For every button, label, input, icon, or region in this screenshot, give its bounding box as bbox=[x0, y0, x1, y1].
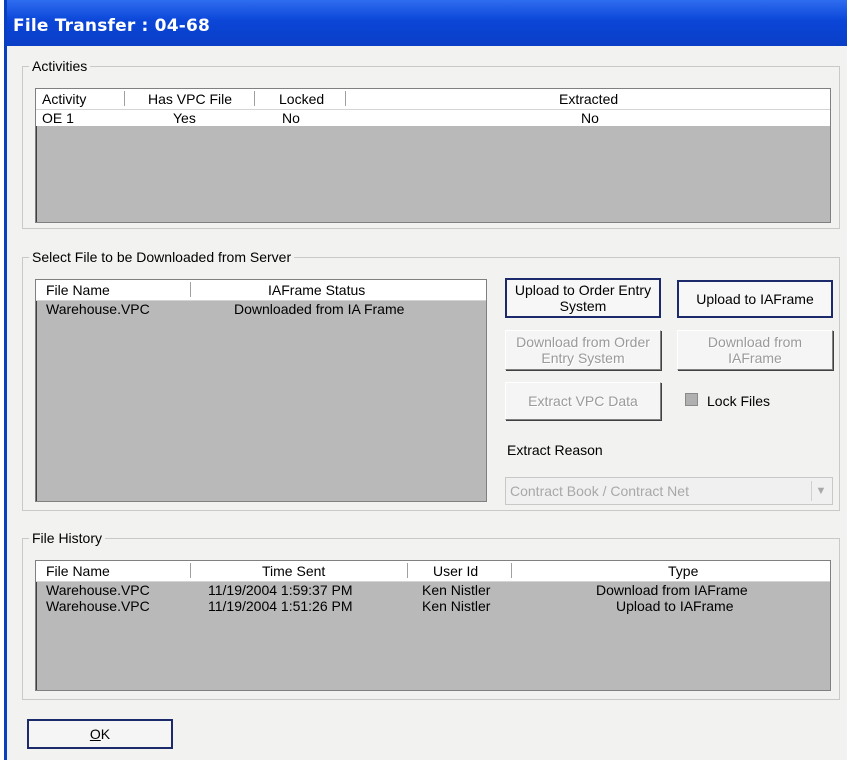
extract-reason-value: Contract Book / Contract Net bbox=[510, 483, 689, 499]
file-history-list-header: File Name Time Sent User Id Type bbox=[36, 561, 830, 582]
iaframe-status-cell: Downloaded from IA Frame bbox=[234, 301, 405, 317]
extracted-cell: No bbox=[581, 110, 599, 126]
history-time-cell: 11/19/2004 1:51:26 PM bbox=[208, 598, 353, 614]
file-history-list[interactable]: File Name Time Sent User Id Type Warehou… bbox=[35, 560, 831, 691]
column-separator[interactable] bbox=[124, 91, 125, 106]
column-header-has-vpc-file[interactable]: Has VPC File bbox=[148, 90, 232, 108]
download-oe-label-line1: Download from Order bbox=[516, 334, 650, 350]
lock-files-checkbox[interactable] bbox=[685, 393, 698, 406]
download-oe-label-line2: Entry System bbox=[541, 350, 625, 366]
column-header-activity[interactable]: Activity bbox=[42, 90, 86, 108]
ok-label: OK bbox=[90, 726, 110, 742]
upload-oe-label-line2: System bbox=[559, 298, 607, 314]
server-files-list-header: File Name IAFrame Status bbox=[36, 280, 486, 301]
column-header-file-name[interactable]: File Name bbox=[46, 562, 110, 580]
column-header-locked[interactable]: Locked bbox=[279, 90, 324, 108]
column-separator[interactable] bbox=[345, 91, 346, 106]
activities-legend: Activities bbox=[29, 57, 91, 75]
column-separator[interactable] bbox=[407, 563, 408, 578]
column-header-file-name[interactable]: File Name bbox=[46, 281, 110, 299]
history-user-cell: Ken Nistler bbox=[422, 598, 491, 614]
chevron-down-icon[interactable]: ▼ bbox=[811, 481, 830, 501]
upload-to-order-entry-button[interactable]: Upload to Order Entry System bbox=[505, 278, 661, 318]
column-separator[interactable] bbox=[190, 563, 191, 578]
column-header-user-id[interactable]: User Id bbox=[433, 562, 478, 580]
server-file-row[interactable]: Warehouse.VPC Downloaded from IA Frame bbox=[36, 301, 486, 317]
ok-mnemonic: O bbox=[89, 726, 101, 742]
extract-reason-select[interactable]: Contract Book / Contract Net ▼ bbox=[505, 477, 833, 505]
upload-to-iaframe-button[interactable]: Upload to IAFrame bbox=[677, 280, 833, 318]
download-iaframe-label-line1: Download from bbox=[707, 334, 803, 350]
column-separator[interactable] bbox=[190, 282, 191, 297]
column-separator[interactable] bbox=[254, 91, 255, 106]
window-title: File Transfer : 04-68 bbox=[13, 16, 211, 36]
file-history-legend: File History bbox=[29, 529, 106, 547]
history-type-cell: Upload to IAFrame bbox=[616, 598, 734, 614]
server-files-list[interactable]: File Name IAFrame Status Warehouse.VPC D… bbox=[35, 279, 487, 502]
download-from-iaframe-button[interactable]: Download from IAFrame bbox=[677, 330, 833, 370]
upload-oe-label-line1: Upload to Order Entry bbox=[514, 282, 652, 298]
history-row[interactable]: Warehouse.VPC 11/19/2004 1:51:26 PM Ken … bbox=[36, 598, 830, 614]
column-header-time-sent[interactable]: Time Sent bbox=[262, 562, 325, 580]
activities-list-header: Activity Has VPC File Locked Extracted bbox=[36, 89, 830, 110]
extract-vpc-label: Extract VPC Data bbox=[528, 393, 638, 409]
has-vpc-cell: Yes bbox=[173, 110, 196, 126]
activity-row[interactable]: OE 1 Yes No No bbox=[36, 110, 830, 126]
extract-vpc-data-button[interactable]: Extract VPC Data bbox=[505, 382, 661, 420]
history-file-cell: Warehouse.VPC bbox=[46, 582, 150, 598]
download-from-order-entry-button[interactable]: Download from Order Entry System bbox=[505, 330, 661, 370]
select-file-legend: Select File to be Downloaded from Server bbox=[29, 248, 295, 266]
file-transfer-window: File Transfer : 04-68 Activities Activit… bbox=[4, 0, 847, 760]
history-type-cell: Download from IAFrame bbox=[596, 582, 748, 598]
select-file-group: Select File to be Downloaded from Server… bbox=[22, 248, 840, 511]
lock-files-label[interactable]: Lock Files bbox=[707, 392, 770, 410]
extract-reason-label: Extract Reason bbox=[507, 442, 603, 458]
locked-cell: No bbox=[282, 110, 300, 126]
activities-list[interactable]: Activity Has VPC File Locked Extracted O… bbox=[35, 88, 831, 223]
activities-group: Activities Activity Has VPC File Locked … bbox=[22, 57, 840, 229]
file-name-cell: Warehouse.VPC bbox=[46, 301, 150, 317]
history-user-cell: Ken Nistler bbox=[422, 582, 491, 598]
ok-label-rest: K bbox=[100, 726, 111, 742]
activity-cell: OE 1 bbox=[42, 110, 74, 126]
history-row[interactable]: Warehouse.VPC 11/19/2004 1:59:37 PM Ken … bbox=[36, 582, 830, 598]
file-history-group: File History File Name Time Sent User Id… bbox=[22, 529, 840, 700]
download-iaframe-label-line2: IAFrame bbox=[728, 350, 782, 366]
upload-iaframe-label: Upload to IAFrame bbox=[696, 291, 814, 307]
history-file-cell: Warehouse.VPC bbox=[46, 598, 150, 614]
column-header-extracted[interactable]: Extracted bbox=[559, 90, 618, 108]
title-bar[interactable]: File Transfer : 04-68 bbox=[7, 0, 847, 46]
column-header-iaframe-status[interactable]: IAFrame Status bbox=[268, 281, 365, 299]
history-time-cell: 11/19/2004 1:59:37 PM bbox=[208, 582, 353, 598]
ok-button[interactable]: OK bbox=[27, 719, 173, 749]
column-header-type[interactable]: Type bbox=[668, 562, 698, 580]
column-separator[interactable] bbox=[511, 563, 512, 578]
